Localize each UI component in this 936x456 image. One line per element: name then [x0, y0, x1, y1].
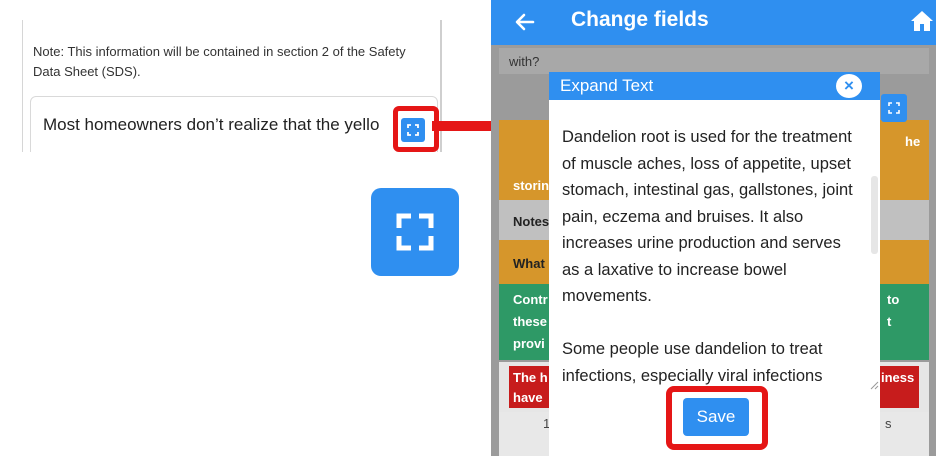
bg-label: these	[513, 314, 547, 329]
bg-label: he	[905, 134, 921, 149]
bg-label: Notes	[513, 214, 550, 229]
bg-label: The h	[513, 370, 548, 385]
back-arrow-icon[interactable]	[513, 10, 537, 34]
left-border	[22, 20, 23, 152]
bg-label: iness	[881, 370, 915, 385]
dialog-title: Expand Text	[560, 76, 654, 95]
page-title: Change fields	[571, 8, 709, 31]
highlight-box-save	[666, 386, 768, 450]
bg-label: Contr	[513, 292, 548, 307]
section-note: Note: This information will be contained…	[33, 44, 406, 79]
bg-label: t	[887, 314, 892, 329]
textarea-scrollbar[interactable]	[871, 176, 878, 254]
dialog-textarea[interactable]: Dandelion root is used for the treatment…	[549, 108, 880, 390]
expand-icon-behind	[881, 94, 907, 122]
text-field[interactable]: Most homeowners don’t realize that the y…	[30, 96, 438, 152]
note-form-crop: Note: This information will be contained…	[22, 20, 442, 152]
close-button[interactable]: ×	[836, 74, 862, 98]
resize-grip-icon[interactable]	[867, 378, 879, 390]
close-icon: ×	[844, 76, 854, 95]
dialog-header: Expand Text ×	[549, 72, 880, 100]
dialog-paragraph-2: Some people use dandelion to treat infec…	[562, 340, 823, 385]
text-field-value: Most homeowners don’t realize that the y…	[43, 115, 380, 134]
app-bar: Change fields	[491, 0, 936, 45]
dialog-paragraph-1: Dandelion root is used for the treatment…	[562, 128, 853, 305]
expand-icon-large	[371, 188, 459, 276]
bg-label: s	[885, 416, 892, 431]
bg-label: What	[513, 256, 545, 271]
bg-label: have	[513, 390, 543, 405]
home-icon[interactable]	[909, 8, 935, 34]
bg-label: storin	[513, 178, 550, 193]
question-text: with?	[499, 48, 929, 74]
bg-label: provi	[513, 336, 545, 351]
bg-label: to	[887, 292, 900, 307]
